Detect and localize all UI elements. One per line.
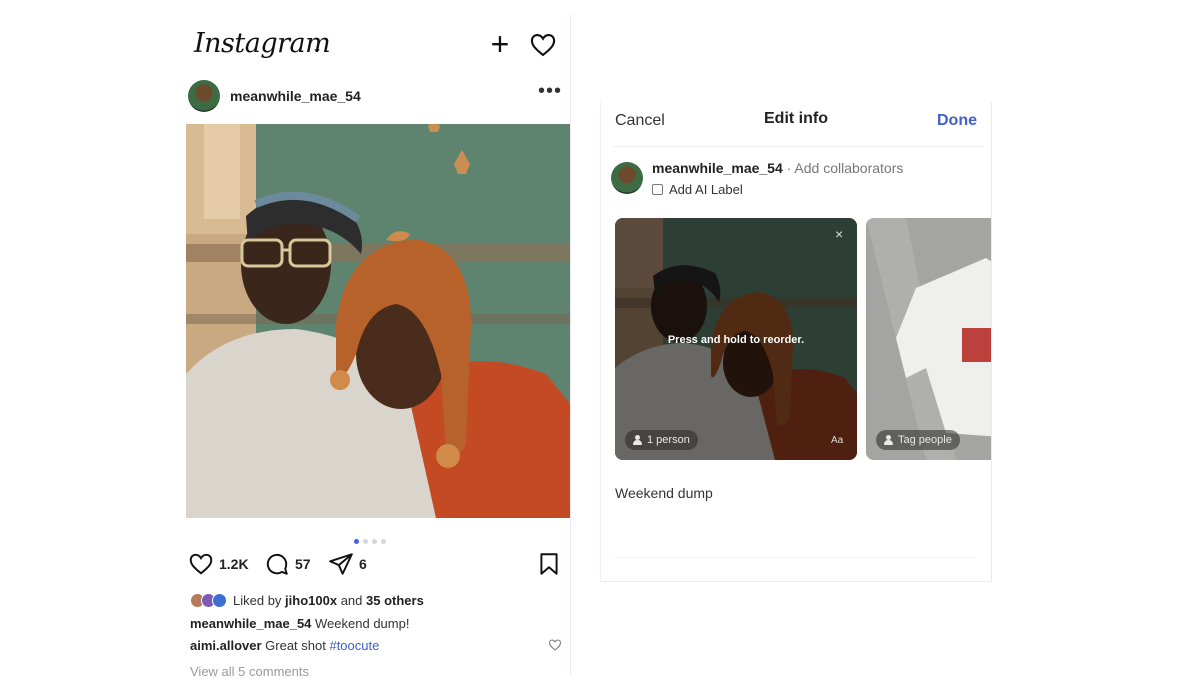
people-tag-label: 1 person (647, 434, 690, 446)
caption-text: Weekend dump! (311, 616, 410, 631)
comment-hashtag[interactable]: #toocute (329, 638, 379, 653)
liked-by-others[interactable]: 35 others (366, 593, 424, 608)
text-edit-icon[interactable]: Aa (831, 435, 843, 446)
view-all-comments-link[interactable]: View all 5 comments (190, 664, 309, 679)
carousel-dot (381, 539, 386, 544)
media-thumbnail-2[interactable]: Tag people (866, 218, 991, 460)
speech-bubble-icon (266, 553, 288, 575)
close-icon[interactable]: × (835, 226, 843, 242)
comment-text: Great shot (261, 638, 330, 653)
heart-outline-icon (189, 553, 213, 575)
panel-title: Edit info (764, 110, 828, 127)
carousel-dot (372, 539, 377, 544)
reorder-hint: Press and hold to reorder. (667, 334, 805, 346)
people-tag-pill[interactable]: 1 person (625, 430, 698, 450)
add-collaborators-link[interactable]: Add collaborators (794, 160, 903, 176)
comment-like-icon[interactable] (548, 638, 562, 652)
panel-bottom-edge (600, 581, 990, 582)
post-author-row: meanwhile_mae_54 · Add collaborators (652, 160, 904, 176)
divider (613, 146, 983, 147)
plus-icon[interactable]: + (486, 26, 514, 62)
more-options-icon[interactable]: ••• (538, 80, 562, 103)
carousel-dot (363, 539, 368, 544)
bookmark-icon (540, 553, 558, 575)
post-header: meanwhile_mae_54 ••• (186, 78, 570, 114)
caption-username[interactable]: meanwhile_mae_54 (190, 616, 311, 631)
edit-info-panel: Cancel Edit info Done meanwhile_mae_54 ·… (600, 102, 992, 582)
post-username[interactable]: meanwhile_mae_54 (230, 88, 361, 104)
top-comment: aimi.allover Great shot #toocute (190, 638, 379, 653)
divider (615, 557, 975, 558)
checkbox[interactable] (652, 184, 663, 195)
top-bar: Instagram ⌄ + (186, 26, 570, 68)
done-button[interactable]: Done (937, 112, 977, 130)
post-actions: 1.2K 57 6 (186, 550, 570, 578)
post-photo[interactable] (186, 124, 570, 518)
person-icon (884, 435, 893, 445)
share-button[interactable]: 6 (328, 550, 367, 578)
carousel-dots (354, 531, 390, 544)
tag-people-label: Tag people (898, 434, 952, 446)
chevron-down-icon[interactable]: ⌄ (312, 41, 322, 55)
heart-icon[interactable] (529, 31, 557, 59)
comments-count[interactable]: 57 (295, 556, 311, 572)
avatar[interactable] (188, 80, 220, 112)
comment-username[interactable]: aimi.allover (190, 638, 262, 653)
liked-by-row[interactable]: Liked by jiho100x and 35 others (190, 590, 424, 610)
save-button[interactable] (536, 550, 562, 578)
person-icon (633, 435, 642, 445)
likes-count[interactable]: 1.2K (219, 556, 249, 572)
liker-avatar (212, 592, 227, 608)
post-caption: meanwhile_mae_54 Weekend dump! (190, 616, 409, 631)
shares-count[interactable]: 6 (359, 556, 367, 572)
liked-by-user[interactable]: jiho100x (285, 593, 337, 608)
liked-by-text: Liked by jiho100x and 35 others (233, 592, 424, 608)
paper-plane-icon (329, 553, 353, 575)
carousel-dot-active (354, 539, 359, 544)
like-button[interactable]: 1.2K (188, 550, 249, 578)
tag-people-pill[interactable]: Tag people (876, 430, 960, 450)
add-ai-label-text: Add AI Label (669, 182, 743, 197)
photo-illustration (186, 124, 570, 518)
feed-post-screen: Instagram ⌄ + meanwhile_mae_54 ••• 1.2K … (186, 14, 571, 679)
avatar (611, 162, 643, 194)
comment-button[interactable]: 57 (264, 550, 311, 578)
instagram-logo[interactable]: Instagram (194, 28, 331, 59)
add-ai-label-toggle[interactable]: Add AI Label (652, 182, 743, 197)
panel-username: meanwhile_mae_54 (652, 160, 783, 176)
thumbnail-illustration (866, 218, 991, 460)
media-thumbnail-1[interactable]: × Press and hold to reorder. 1 person Aa (615, 218, 857, 460)
caption-input[interactable]: Weekend dump (615, 485, 713, 501)
